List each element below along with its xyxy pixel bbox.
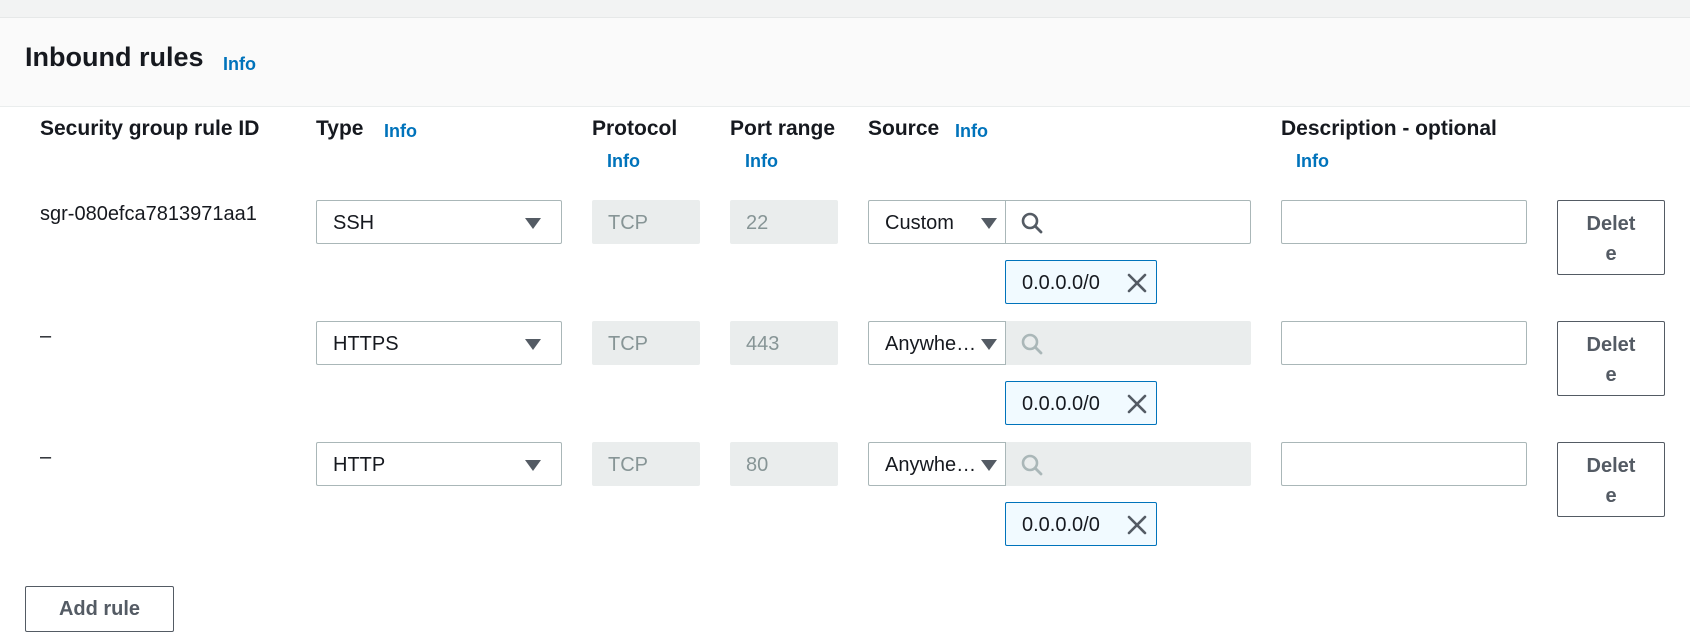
caret-down-icon bbox=[981, 218, 997, 229]
source-search-input bbox=[1006, 442, 1251, 486]
source-type-value: Custom bbox=[885, 212, 954, 234]
add-rule-button[interactable]: Add rule bbox=[25, 586, 174, 632]
top-strip bbox=[0, 0, 1690, 18]
source-type-value: Anywhere-IPv4 bbox=[885, 333, 977, 355]
port-range-field: 22 bbox=[730, 200, 838, 244]
protocol-field: TCP bbox=[592, 442, 700, 486]
caret-down-icon bbox=[525, 460, 541, 471]
protocol-value: TCP bbox=[608, 454, 648, 476]
description-info-link[interactable]: Info bbox=[1296, 151, 1329, 172]
type-select[interactable]: SSH bbox=[316, 200, 562, 244]
source-search-input bbox=[1006, 321, 1251, 365]
type-info-link[interactable]: Info bbox=[384, 121, 417, 142]
source-type-select[interactable]: Anywhere-IPv4 bbox=[868, 442, 1006, 486]
description-input[interactable] bbox=[1281, 200, 1527, 244]
port-range-value: 22 bbox=[746, 212, 769, 234]
col-header-description: Description - optional bbox=[1281, 117, 1497, 140]
protocol-value: TCP bbox=[608, 212, 648, 234]
source-token: 0.0.0.0/0 bbox=[1005, 260, 1157, 304]
source-token-value: 0.0.0.0/0 bbox=[1022, 393, 1100, 415]
source-token: 0.0.0.0/0 bbox=[1005, 381, 1157, 425]
protocol-field: TCP bbox=[592, 321, 700, 365]
source-type-value: Anywhere-IPv4 bbox=[885, 454, 977, 476]
protocol-value: TCP bbox=[608, 333, 648, 355]
port-range-value: 80 bbox=[746, 454, 769, 476]
rule-id: – bbox=[40, 446, 52, 468]
search-icon bbox=[1021, 212, 1043, 234]
col-header-protocol: Protocol bbox=[592, 117, 678, 140]
protocol-info-link[interactable]: Info bbox=[607, 151, 640, 172]
caret-down-icon bbox=[981, 460, 997, 471]
page-title: Inbound rules bbox=[25, 42, 204, 72]
title-info-link[interactable]: Info bbox=[223, 54, 256, 75]
search-icon bbox=[1021, 333, 1043, 355]
rule-id: – bbox=[40, 325, 52, 347]
type-select-value: SSH bbox=[333, 212, 375, 234]
type-select[interactable]: HTTPS bbox=[316, 321, 562, 365]
source-token-value: 0.0.0.0/0 bbox=[1022, 514, 1100, 536]
col-header-rule-id: Security group rule ID bbox=[40, 117, 260, 140]
description-input[interactable] bbox=[1281, 321, 1527, 365]
col-header-source: Source bbox=[868, 117, 940, 140]
delete-button[interactable]: Delete bbox=[1557, 321, 1665, 396]
source-search-input[interactable] bbox=[1006, 200, 1251, 244]
caret-down-icon bbox=[525, 339, 541, 350]
rule-id: sgr-080efca7813971aa1 bbox=[40, 203, 257, 225]
delete-button[interactable]: Delete bbox=[1557, 442, 1665, 517]
caret-down-icon bbox=[525, 218, 541, 229]
caret-down-icon bbox=[981, 339, 997, 350]
col-header-type: Type bbox=[316, 117, 364, 140]
source-token: 0.0.0.0/0 bbox=[1005, 502, 1157, 546]
source-token-value: 0.0.0.0/0 bbox=[1022, 272, 1100, 294]
close-icon[interactable] bbox=[1126, 393, 1148, 415]
source-type-select[interactable]: Custom bbox=[868, 200, 1006, 244]
port-range-value: 443 bbox=[746, 333, 780, 355]
description-input[interactable] bbox=[1281, 442, 1527, 486]
type-select-value: HTTPS bbox=[333, 333, 399, 355]
col-header-port-range: Port range bbox=[730, 117, 836, 140]
search-icon bbox=[1021, 454, 1043, 476]
source-info-link[interactable]: Info bbox=[955, 121, 988, 142]
close-icon[interactable] bbox=[1126, 514, 1148, 536]
port-range-field: 443 bbox=[730, 321, 838, 365]
protocol-field: TCP bbox=[592, 200, 700, 244]
type-select[interactable]: HTTP bbox=[316, 442, 562, 486]
close-icon[interactable] bbox=[1126, 272, 1148, 294]
port-range-info-link[interactable]: Info bbox=[745, 151, 778, 172]
port-range-field: 80 bbox=[730, 442, 838, 486]
source-type-select[interactable]: Anywhere-IPv4 bbox=[868, 321, 1006, 365]
type-select-value: HTTP bbox=[333, 454, 386, 476]
delete-button[interactable]: Delete bbox=[1557, 200, 1665, 275]
